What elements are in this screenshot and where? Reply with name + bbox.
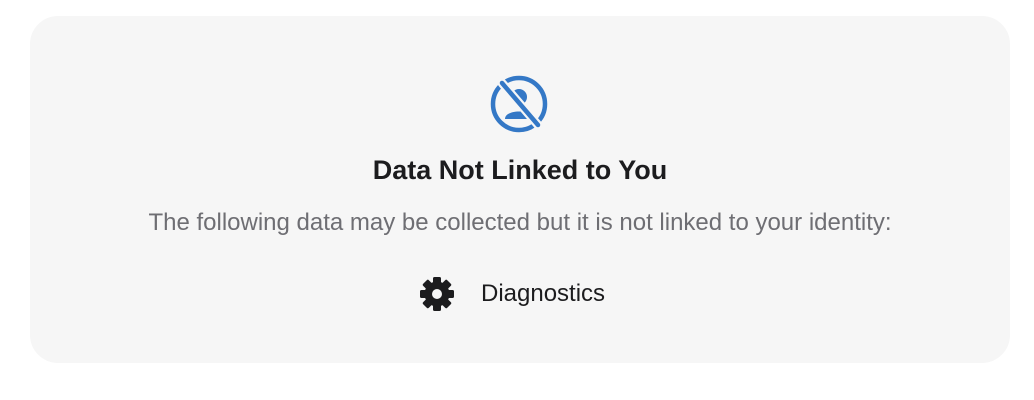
person-not-linked-icon [489, 74, 549, 134]
list-item-label: Diagnostics [481, 280, 606, 307]
section-description: The following data may be collected but … [148, 209, 892, 236]
list-item-diagnostics: Diagnostics [418, 274, 605, 314]
section-title: Data Not Linked to You [372, 155, 668, 185]
gear-icon [418, 275, 456, 313]
